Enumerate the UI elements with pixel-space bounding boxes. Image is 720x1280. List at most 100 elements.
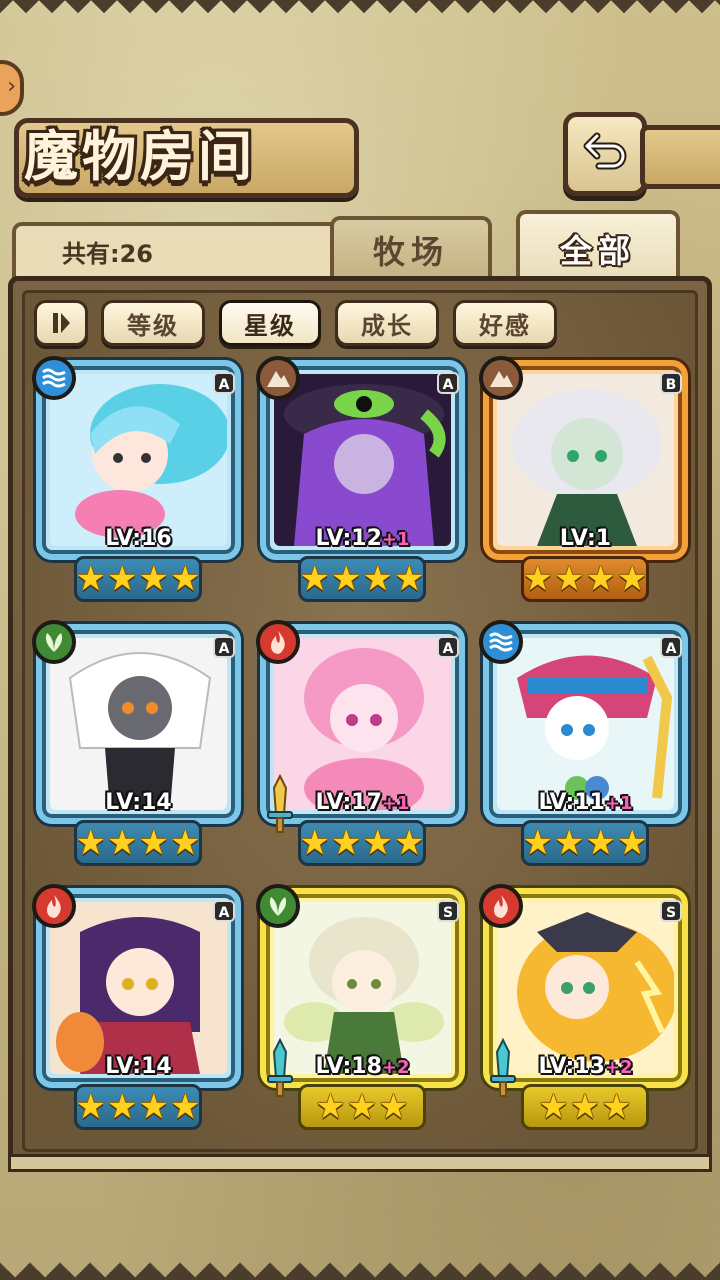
star-icon: ★ — [522, 559, 554, 599]
star-icon: ★ — [554, 823, 585, 863]
monster-portrait — [274, 638, 451, 810]
star-icon: ★ — [538, 1087, 569, 1127]
star-icon: ★ — [522, 823, 554, 863]
monster-card[interactable]: A LV:17+1 ★ ★ ★ ★ — [256, 620, 465, 872]
star-icon: ★ — [107, 559, 138, 599]
filter-level[interactable]: 等级 — [101, 300, 205, 346]
rank-badge: B — [660, 372, 682, 394]
panel-bottom-strip — [8, 1154, 712, 1172]
star-icon: ★ — [331, 823, 362, 863]
rank-badge: A — [213, 636, 235, 658]
star-icon: ★ — [299, 559, 331, 599]
grass-element-icon — [32, 620, 76, 664]
grass-element-icon — [256, 884, 300, 928]
monster-portrait — [50, 902, 227, 1074]
monster-portrait — [497, 638, 674, 810]
sword-equipped-icon — [490, 1038, 516, 1097]
sword-equipped-icon — [267, 1038, 293, 1097]
star-icon: ★ — [107, 823, 138, 863]
water-element-icon — [479, 620, 523, 664]
level-label: LV:12+1 — [315, 526, 410, 551]
star-rating: ★ ★ ★ ★ — [298, 820, 426, 866]
star-rating: ★ ★ ★ — [298, 1084, 426, 1130]
star-icon: ★ — [138, 559, 169, 599]
level-label: LV:11+1 — [538, 790, 633, 815]
monster-card[interactable]: A LV:12+1 ★ ★ ★ ★ — [256, 356, 465, 608]
star-icon: ★ — [299, 823, 331, 863]
star-rating: ★ ★ ★ ★ — [521, 820, 649, 866]
monster-portrait — [497, 374, 674, 546]
monster-card[interactable]: A LV:16 ★ ★ ★ ★ — [32, 356, 241, 608]
star-icon: ★ — [378, 1087, 409, 1127]
level-label: LV:1 — [559, 526, 612, 551]
rank-badge: A — [213, 372, 235, 394]
star-icon: ★ — [138, 1087, 169, 1127]
star-icon: ★ — [585, 823, 616, 863]
page-title: 魔物房间 — [24, 125, 256, 188]
water-element-icon — [32, 356, 76, 400]
star-icon: ★ — [75, 823, 107, 863]
filter-growth[interactable]: 成长 — [335, 300, 439, 346]
back-button[interactable] — [563, 112, 647, 196]
star-icon: ★ — [315, 1087, 346, 1127]
star-icon: ★ — [107, 1087, 138, 1127]
monster-card[interactable]: B LV:1 ★ ★ ★ ★ — [479, 356, 688, 608]
fire-element-icon — [479, 884, 523, 928]
tab-ranch[interactable]: 牧场 — [330, 216, 492, 280]
monster-portrait — [50, 638, 227, 810]
rank-badge: A — [660, 636, 682, 658]
monster-card[interactable]: A LV:14 ★ ★ ★ ★ — [32, 620, 241, 872]
star-icon: ★ — [75, 559, 107, 599]
star-icon: ★ — [346, 1087, 378, 1127]
sort-order-toggle[interactable] — [34, 300, 88, 346]
filter-stars[interactable]: 星级 — [219, 300, 321, 346]
monster-count: 共有:26 — [62, 240, 153, 268]
torn-edge-bottom — [0, 1240, 720, 1280]
sword-equipped-icon — [267, 774, 293, 833]
rank-badge: A — [437, 636, 459, 658]
rank-badge: S — [660, 900, 682, 922]
star-icon: ★ — [393, 559, 425, 599]
monster-card[interactable]: S LV:18+2 ★ ★ ★ — [256, 884, 465, 1136]
star-icon: ★ — [585, 559, 616, 599]
level-label: LV:14 — [105, 1054, 172, 1079]
monster-card[interactable]: A LV:11+1 ★ ★ ★ ★ — [479, 620, 688, 872]
tab-all[interactable]: 全部 — [516, 210, 680, 284]
monster-portrait — [497, 902, 674, 1074]
star-icon: ★ — [362, 559, 393, 599]
monster-portrait — [274, 902, 451, 1074]
star-icon: ★ — [169, 823, 201, 863]
monster-portrait — [274, 374, 451, 546]
rank-badge: S — [437, 900, 459, 922]
fire-element-icon — [32, 884, 76, 928]
torn-edge-top — [0, 0, 720, 26]
sort-toggle-icon — [53, 313, 70, 333]
star-rating: ★ ★ ★ ★ — [298, 556, 426, 602]
header-side-plate — [640, 125, 720, 189]
monster-portrait — [50, 374, 227, 546]
star-rating: ★ ★ ★ — [521, 1084, 649, 1130]
rank-badge: A — [437, 372, 459, 394]
rank-badge: A — [213, 900, 235, 922]
monster-card[interactable]: A LV:14 ★ ★ ★ ★ — [32, 884, 241, 1136]
star-icon: ★ — [616, 823, 648, 863]
star-rating: ★ ★ ★ ★ — [74, 1084, 202, 1130]
star-icon: ★ — [601, 1087, 632, 1127]
star-icon: ★ — [169, 559, 201, 599]
star-rating: ★ ★ ★ ★ — [74, 556, 202, 602]
star-icon: ★ — [138, 823, 169, 863]
back-arrow-icon — [583, 132, 627, 170]
star-icon: ★ — [169, 1087, 201, 1127]
star-icon: ★ — [569, 1087, 601, 1127]
filter-affinity[interactable]: 好感 — [453, 300, 557, 346]
star-icon: ★ — [616, 559, 648, 599]
star-rating: ★ ★ ★ ★ — [521, 556, 649, 602]
level-label: LV:16 — [105, 526, 172, 551]
monster-card[interactable]: S LV:13+2 ★ ★ ★ — [479, 884, 688, 1136]
level-label: LV:14 — [105, 790, 172, 815]
star-icon: ★ — [393, 823, 425, 863]
star-icon: ★ — [331, 559, 362, 599]
star-icon: ★ — [362, 823, 393, 863]
earth-element-icon — [256, 356, 300, 400]
earth-element-icon — [479, 356, 523, 400]
